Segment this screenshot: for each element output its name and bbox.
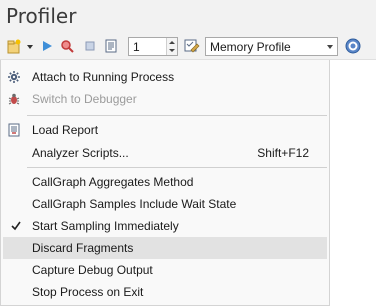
menu-item-start-sampling-immediately[interactable]: Start Sampling Immediately bbox=[3, 215, 327, 237]
menu-item-stop-process-on-exit[interactable]: Stop Process on Exit bbox=[3, 281, 327, 303]
report-icon bbox=[7, 123, 21, 137]
menu-item-analyzer-scripts[interactable]: Analyzer Scripts... Shift+F12 bbox=[3, 142, 327, 164]
dropdown-arrow-icon[interactable] bbox=[26, 44, 34, 49]
profile-select[interactable]: Memory Profile bbox=[205, 37, 338, 56]
window-title: Profiler bbox=[6, 4, 77, 28]
menu-item-label: Load Report bbox=[32, 123, 99, 137]
search-icon[interactable] bbox=[60, 39, 74, 53]
menu-item-callgraph-aggregates-method[interactable]: CallGraph Aggregates Method bbox=[3, 171, 327, 193]
menu-separator bbox=[27, 115, 327, 116]
profile-select-value: Memory Profile bbox=[210, 40, 291, 54]
new-profile-icon[interactable] bbox=[6, 38, 22, 54]
sample-count-stepper[interactable]: 1 bbox=[128, 37, 178, 56]
stepper-down-icon[interactable] bbox=[169, 49, 175, 52]
menu-item-shortcut: Shift+F12 bbox=[257, 146, 309, 160]
menu-item-switch-to-debugger[interactable]: Switch to Debugger bbox=[3, 88, 327, 110]
menu-item-callgraph-samples-include-wait-state[interactable]: CallGraph Samples Include Wait State bbox=[3, 193, 327, 215]
stop-icon[interactable] bbox=[84, 40, 96, 52]
checkmark-icon bbox=[11, 220, 25, 234]
menu-item-discard-fragments[interactable]: Discard Fragments bbox=[3, 237, 327, 259]
menu-item-label: Capture Debug Output bbox=[32, 263, 153, 277]
bug-icon bbox=[7, 92, 21, 106]
menu-item-label: Attach to Running Process bbox=[32, 70, 175, 84]
menu-item-label: Start Sampling Immediately bbox=[32, 219, 179, 233]
report-icon[interactable] bbox=[104, 38, 118, 54]
help-icon[interactable] bbox=[344, 37, 362, 55]
stepper-arrows[interactable] bbox=[166, 38, 177, 55]
menu-item-capture-debug-output[interactable]: Capture Debug Output bbox=[3, 259, 327, 281]
chevron-down-icon[interactable] bbox=[327, 45, 333, 49]
stepper-up-icon[interactable] bbox=[169, 41, 175, 44]
gear-icon bbox=[7, 70, 21, 84]
menu-item-label: Switch to Debugger bbox=[32, 92, 137, 106]
menu-item-label: Stop Process on Exit bbox=[32, 285, 144, 299]
settings-icon[interactable] bbox=[183, 38, 201, 54]
menu-separator bbox=[27, 167, 327, 168]
menu-item-label: Discard Fragments bbox=[32, 241, 134, 255]
title-bar: Profiler bbox=[0, 0, 376, 34]
menu-item-label: CallGraph Aggregates Method bbox=[32, 175, 194, 189]
sample-count-value: 1 bbox=[133, 40, 140, 54]
menu-item-attach-to-running-process[interactable]: Attach to Running Process bbox=[3, 66, 327, 88]
run-icon[interactable] bbox=[40, 39, 54, 53]
menu-item-label: CallGraph Samples Include Wait State bbox=[32, 197, 237, 211]
menu-item-load-report[interactable]: Load Report bbox=[3, 119, 327, 141]
profiler-options-menu: Attach to Running Process Switch to Debu… bbox=[0, 60, 330, 306]
menu-item-label: Analyzer Scripts... bbox=[32, 146, 129, 160]
